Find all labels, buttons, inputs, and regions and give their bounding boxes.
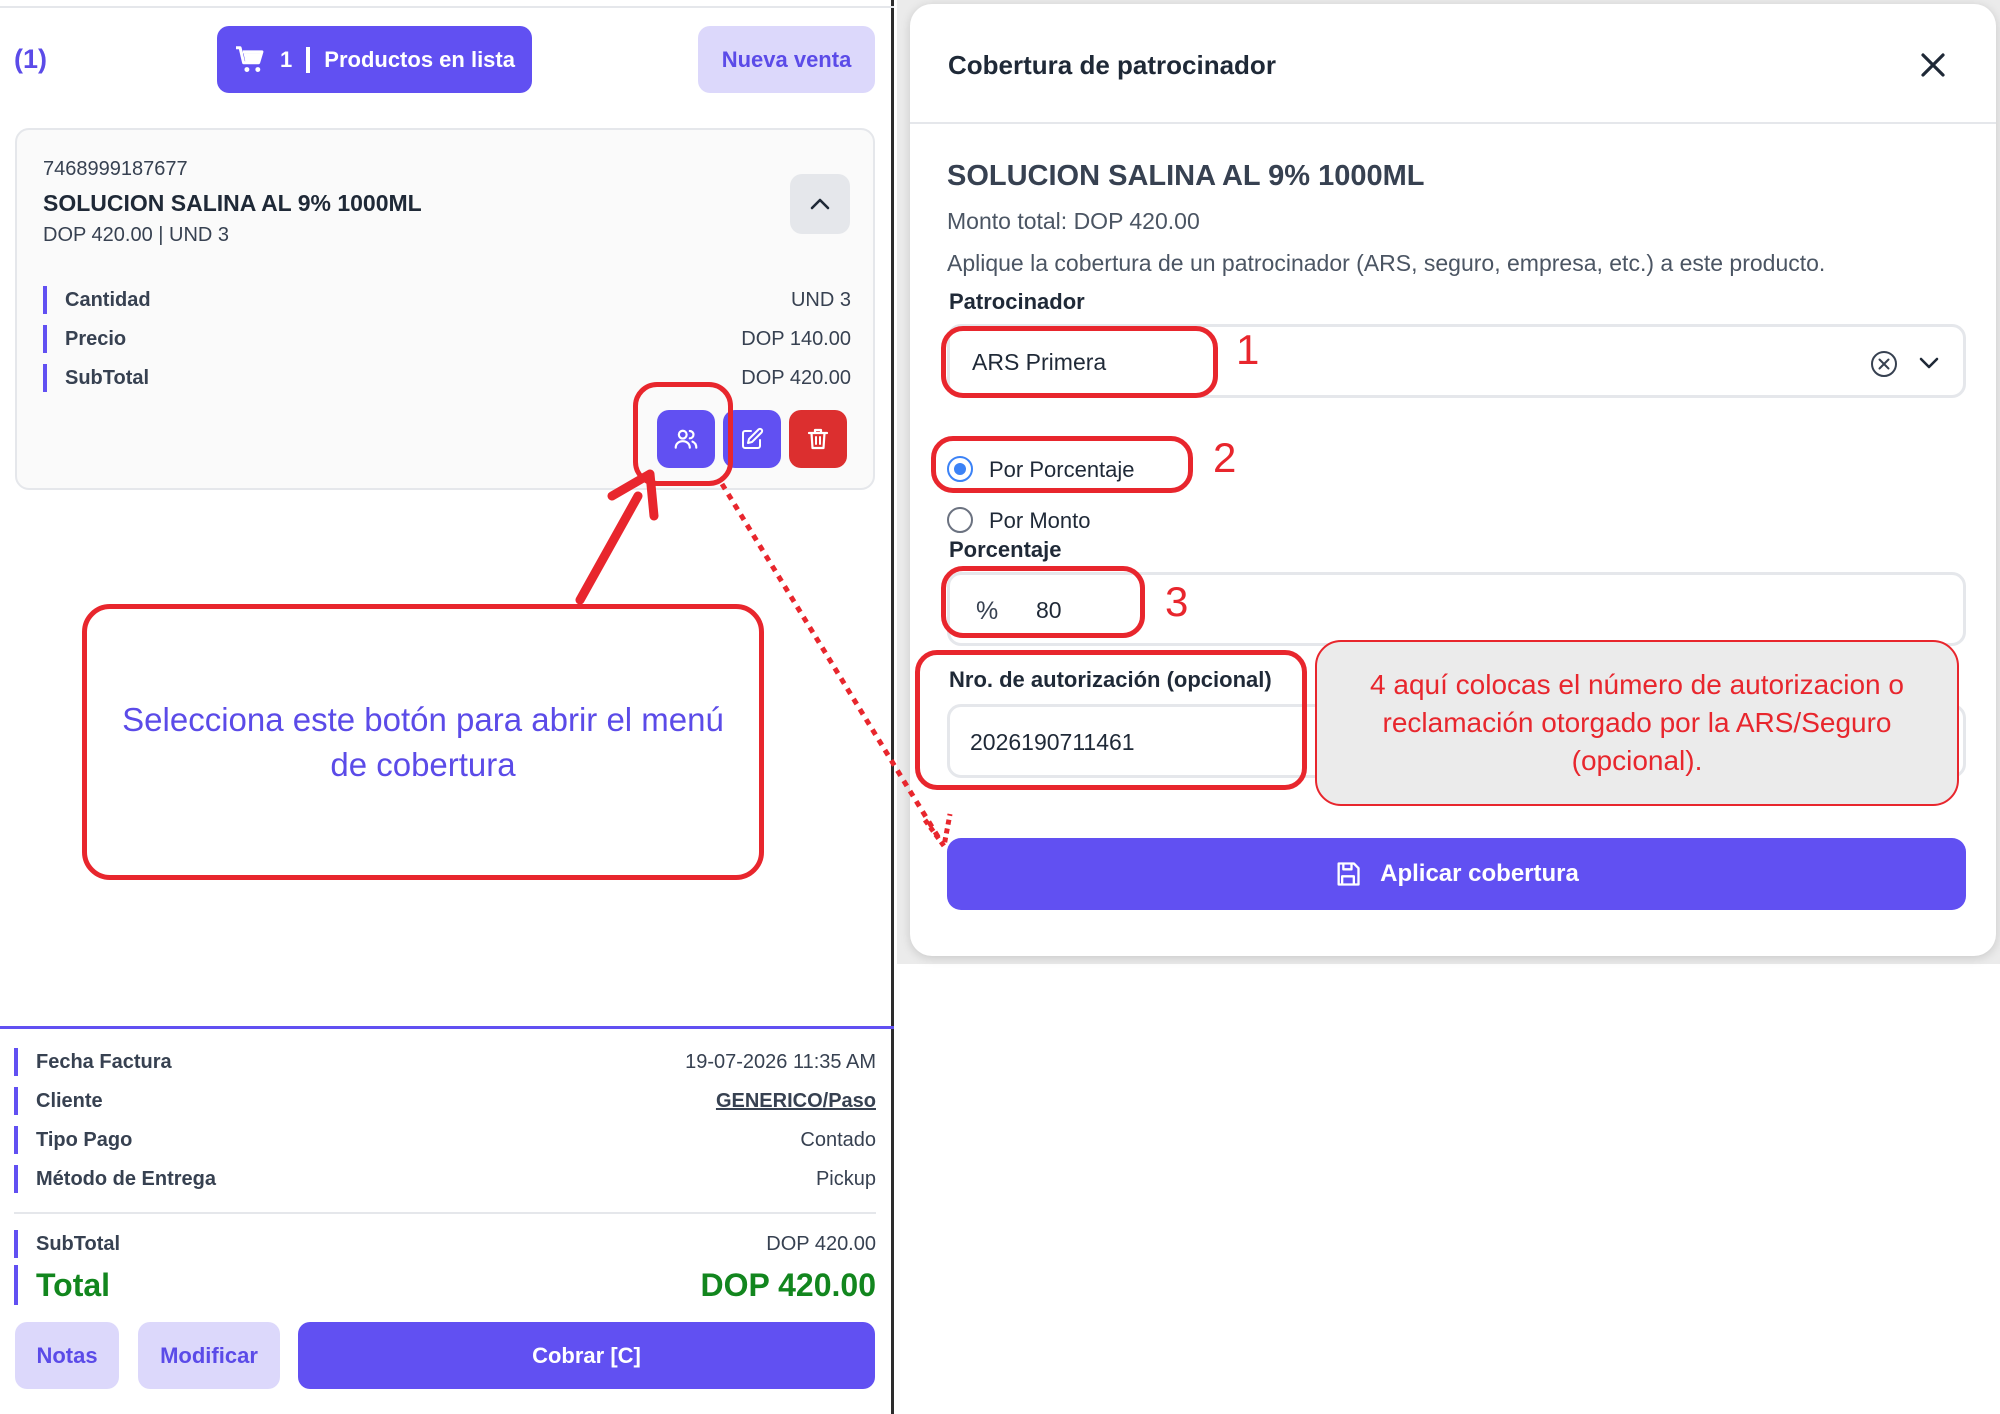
- arrow-up-annotation: [575, 469, 659, 605]
- annotation-arrows: [575, 469, 953, 853]
- arrow-dotted-annotation: [719, 482, 953, 853]
